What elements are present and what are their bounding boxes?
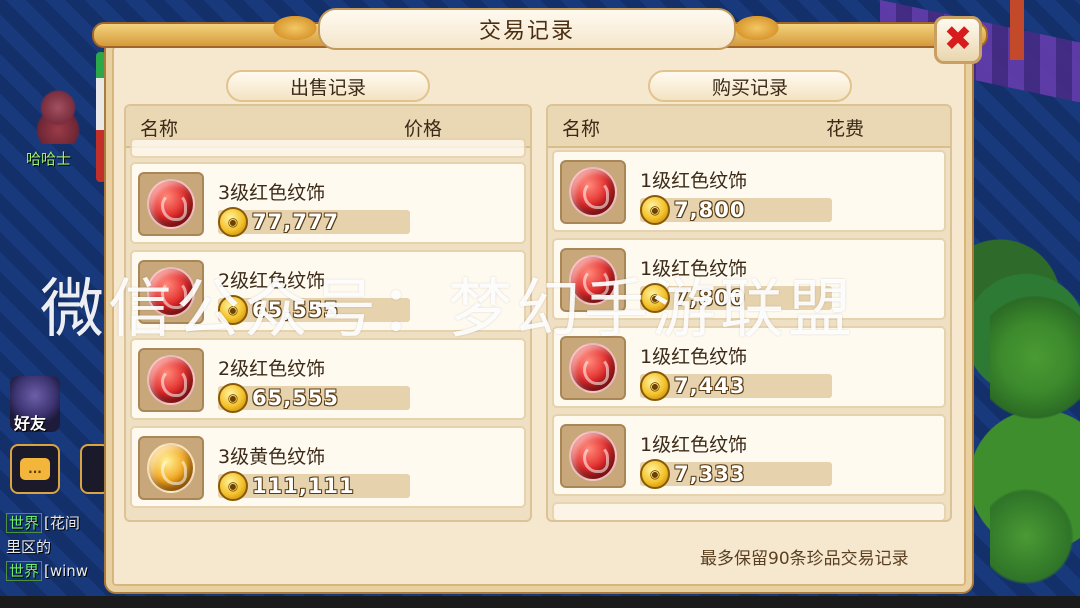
buy-record-panel[interactable]: 名称 花费 1级红色纹饰 ◉ 7,800 1级红色纹饰 ◉ 7,800 1级红色… <box>546 104 952 522</box>
coin-icon: ◉ <box>218 471 248 501</box>
column-cost: 花费 <box>826 118 865 140</box>
pillar-decoration <box>1010 0 1024 60</box>
red-ornament-icon <box>569 167 617 217</box>
friends-label: 好友 <box>14 414 47 433</box>
chat-button[interactable]: ... <box>10 444 60 494</box>
column-name: 名称 <box>140 118 179 140</box>
item-name: 1级红色纹饰 <box>640 346 748 368</box>
sell-section-title: 出售记录 <box>226 70 430 102</box>
item-price: 7,333 <box>674 462 746 486</box>
red-ornament-icon <box>147 267 195 317</box>
close-button[interactable]: ✖ <box>934 16 982 64</box>
dialog-title: 交易记录 <box>478 19 575 44</box>
item-name: 2级红色纹饰 <box>218 358 326 380</box>
price-bar: ◉ 7,333 <box>640 459 832 489</box>
coin-icon: ◉ <box>640 459 670 489</box>
buy-list-item[interactable]: 1级红色纹饰 ◉ 7,333 <box>552 414 946 496</box>
chat-text: 里区的 <box>6 538 52 556</box>
chat-channel: 世界 <box>6 513 43 533</box>
item-name: 1级红色纹饰 <box>640 258 748 280</box>
buy-section-title: 购买记录 <box>648 70 852 102</box>
sell-list-item[interactable]: 2级红色纹饰 ◉ 65,555 <box>130 250 526 332</box>
item-name: 3级红色纹饰 <box>218 182 326 204</box>
sell-record-panel[interactable]: 名称 价格 3级红色纹饰 ◉ 77,777 2级红色纹饰 ◉ 65,555 2级… <box>124 104 532 522</box>
price-bar: ◉ 111,111 <box>218 471 410 501</box>
list-item-partial <box>130 138 526 158</box>
item-name: 1级红色纹饰 <box>640 170 748 192</box>
coin-icon: ◉ <box>640 371 670 401</box>
red-ornament-icon <box>147 355 195 405</box>
item-price: 65,555 <box>252 298 340 322</box>
item-price: 7,800 <box>674 286 746 310</box>
chat-bubble-icon: ... <box>20 458 50 480</box>
chat-channel: 世界 <box>6 561 43 581</box>
column-name: 名称 <box>562 118 601 140</box>
price-bar: ◉ 7,443 <box>640 371 832 401</box>
tree-decoration <box>990 250 1080 608</box>
item-price: 77,777 <box>252 210 340 234</box>
chat-line[interactable]: 世界 [花间 <box>6 512 80 533</box>
sell-list-item[interactable]: 2级红色纹饰 ◉ 65,555 <box>130 338 526 420</box>
item-icon-frame <box>560 424 626 488</box>
price-bar: ◉ 7,800 <box>640 195 832 225</box>
item-name: 3级黄色纹饰 <box>218 446 326 468</box>
coin-icon: ◉ <box>218 383 248 413</box>
buy-list-item[interactable]: 1级红色纹饰 ◉ 7,800 <box>552 150 946 232</box>
item-icon-frame <box>560 336 626 400</box>
price-bar: ◉ 65,555 <box>218 383 410 413</box>
coin-icon: ◉ <box>640 283 670 313</box>
npc-name: 哈哈士 <box>26 150 72 168</box>
red-ornament-icon <box>569 431 617 481</box>
chat-text: [花间 <box>44 514 80 532</box>
red-ornament-icon <box>569 343 617 393</box>
dialog-title-plate: 交易记录 <box>318 8 736 50</box>
price-bar: ◉ 65,555 <box>218 295 410 325</box>
price-bar: ◉ 77,777 <box>218 207 410 237</box>
item-price: 7,443 <box>674 374 746 398</box>
buy-table-header: 名称 花费 <box>548 106 950 148</box>
buy-list-item[interactable]: 1级红色纹饰 ◉ 7,443 <box>552 326 946 408</box>
item-icon-frame <box>138 348 204 412</box>
chat-line[interactable]: 世界 [winw <box>6 560 88 581</box>
close-icon: ✖ <box>943 19 973 59</box>
column-price: 价格 <box>404 118 443 140</box>
sell-list-item[interactable]: 3级红色纹饰 ◉ 77,777 <box>130 162 526 244</box>
sell-list-item[interactable]: 3级黄色纹饰 ◉ 111,111 <box>130 426 526 508</box>
coin-icon: ◉ <box>218 207 248 237</box>
npc-sprite[interactable] <box>36 88 80 144</box>
item-name: 1级红色纹饰 <box>640 434 748 456</box>
coin-icon: ◉ <box>218 295 248 325</box>
item-icon-frame <box>560 248 626 312</box>
item-name: 2级红色纹饰 <box>218 270 326 292</box>
cloud-ornament-icon <box>732 14 782 42</box>
chat-line[interactable]: 里区的 <box>6 536 51 557</box>
item-price: 111,111 <box>252 474 355 498</box>
price-bar: ◉ 7,800 <box>640 283 832 313</box>
coin-icon: ◉ <box>640 195 670 225</box>
record-limit-note: 最多保留90条珍品交易记录 <box>700 549 909 569</box>
red-ornament-icon <box>147 179 195 229</box>
item-icon-frame <box>138 260 204 324</box>
buy-list-item[interactable]: 1级红色纹饰 ◉ 7,800 <box>552 238 946 320</box>
item-icon-frame <box>138 436 204 500</box>
chat-text: [winw <box>44 562 89 580</box>
red-ornament-icon <box>569 255 617 305</box>
item-icon-frame <box>138 172 204 236</box>
list-item-partial <box>552 502 946 520</box>
cloud-ornament-icon <box>270 14 320 42</box>
item-price: 7,800 <box>674 198 746 222</box>
tassel-decoration <box>96 52 106 182</box>
yellow-ornament-icon <box>147 443 195 493</box>
item-price: 65,555 <box>252 386 340 410</box>
item-icon-frame <box>560 160 626 224</box>
bottom-bar <box>0 596 1080 608</box>
